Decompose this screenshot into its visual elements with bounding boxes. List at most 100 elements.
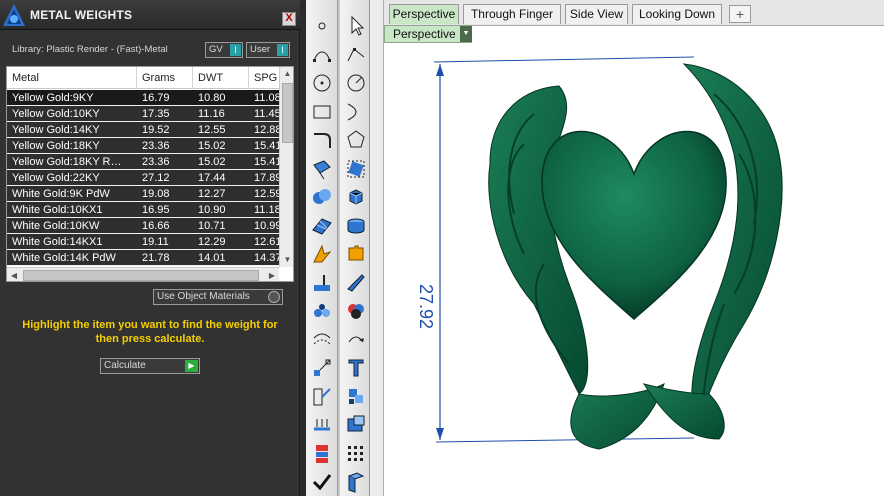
viewport-menu-icon[interactable]: ▼ — [460, 26, 472, 42]
boolean-icon[interactable] — [310, 185, 334, 209]
cylinder-icon[interactable] — [344, 214, 368, 238]
heart-wings-model — [433, 56, 783, 450]
color-wheel-icon[interactable] — [344, 299, 368, 323]
spark-icon[interactable] — [310, 242, 334, 266]
add-tab-button[interactable]: + — [729, 5, 751, 23]
fillet-curve-icon[interactable] — [310, 128, 334, 152]
table-row[interactable]: Yellow Gold:18KY R… 23.36 15.02 15.41 — [7, 154, 289, 170]
user-toggle[interactable]: User I — [246, 42, 290, 58]
table-row[interactable]: Yellow Gold:14KY 19.52 12.55 12.88 — [7, 122, 289, 138]
tab-looking-down[interactable]: Looking Down — [632, 4, 722, 24]
table-row[interactable]: White Gold:14KX1 19.11 12.29 12.61 — [7, 234, 289, 250]
plus-icon: + — [735, 6, 745, 22]
table-row[interactable]: Yellow Gold:22KY 27.12 17.44 17.89 — [7, 170, 289, 186]
clipboard-icon[interactable] — [344, 385, 368, 409]
table-cell: 10.90 — [193, 202, 249, 218]
scroll-down-icon[interactable]: ▼ — [280, 253, 293, 267]
vertical-scrollbar[interactable]: ▲ ▼ — [279, 67, 293, 267]
dimension-label: 27.92 — [416, 284, 436, 330]
scroll-thumb[interactable] — [23, 270, 259, 281]
rotate-icon[interactable] — [344, 328, 368, 352]
panel-header: METAL WEIGHTS X — [0, 0, 300, 30]
toggle-switch-icon: I — [277, 44, 288, 56]
table-cell: White Gold:10KX1 — [7, 202, 137, 218]
table-row[interactable]: White Gold:9K PdW 19.08 12.27 12.59 — [7, 186, 289, 202]
table-row[interactable]: White Gold:10KW 16.66 10.71 10.99 — [7, 218, 289, 234]
table-row[interactable]: White Gold:14K PdW 21.78 14.01 14.37 — [7, 250, 289, 266]
group-icon[interactable] — [310, 299, 334, 323]
play-icon: ▶ — [185, 360, 198, 372]
table-cell: 16.95 — [137, 202, 193, 218]
cube-icon[interactable] — [344, 185, 368, 209]
table-cell: White Gold:10KW — [7, 218, 137, 234]
surface-icon[interactable] — [310, 157, 334, 181]
table-cell: 16.79 — [137, 90, 193, 106]
scale-icon[interactable] — [310, 356, 334, 380]
gv-toggle[interactable]: GV I — [205, 42, 243, 58]
column-header-metal[interactable]: Metal — [7, 67, 137, 89]
tab-through-finger[interactable]: Through Finger — [463, 4, 561, 24]
table-cell: White Gold:14KX1 — [7, 234, 137, 250]
box-select-icon[interactable] — [344, 413, 368, 437]
select-arrow-icon[interactable] — [344, 14, 368, 38]
app-window: METAL WEIGHTS X Library: Plastic Render … — [0, 0, 884, 496]
viewport-area: Perspective Through Finger Side View Loo… — [384, 0, 884, 496]
book-icon[interactable] — [344, 470, 368, 494]
array-icon[interactable] — [310, 385, 334, 409]
radio-icon — [268, 291, 280, 303]
table-cell: 19.08 — [137, 186, 193, 202]
tab-side-view[interactable]: Side View — [565, 4, 628, 24]
table-cell: Yellow Gold:10KY — [7, 106, 137, 122]
column-header-dwt[interactable]: DWT — [193, 67, 249, 89]
arc-icon[interactable] — [344, 71, 368, 95]
puzzle-icon[interactable] — [344, 242, 368, 266]
table-cell: 12.27 — [193, 186, 249, 202]
use-object-materials-toggle[interactable]: Use Object Materials — [153, 289, 283, 305]
point-icon[interactable] — [310, 14, 334, 38]
curve-icon[interactable] — [344, 100, 368, 124]
viewport-title[interactable]: Perspective — [384, 25, 472, 43]
knife-icon[interactable] — [344, 271, 368, 295]
table-row[interactable]: Yellow Gold:18KY 23.36 15.02 15.41 — [7, 138, 289, 154]
tab-perspective[interactable]: Perspective — [389, 4, 459, 24]
panel-title: METAL WEIGHTS — [30, 8, 133, 22]
circle-icon[interactable] — [310, 71, 334, 95]
scroll-left-icon[interactable]: ◀ — [7, 268, 21, 281]
table-cell: 15.02 — [193, 138, 249, 154]
scroll-up-icon[interactable]: ▲ — [280, 67, 293, 81]
mesh-grid-icon[interactable] — [310, 214, 334, 238]
rectangle-icon[interactable] — [310, 100, 334, 124]
metal-weights-panel: METAL WEIGHTS X Library: Plastic Render … — [0, 0, 300, 496]
list-icon[interactable] — [310, 442, 334, 466]
analyze-icon[interactable] — [310, 271, 334, 295]
table-row[interactable]: Yellow Gold:10KY 17.35 11.16 11.45 — [7, 106, 289, 122]
polygon-icon[interactable] — [344, 128, 368, 152]
grid-dots-icon[interactable] — [344, 442, 368, 466]
offset-icon[interactable] — [310, 328, 334, 352]
scroll-right-icon[interactable]: ▶ — [265, 268, 279, 281]
transform-box-icon[interactable] — [344, 157, 368, 181]
scroll-thumb[interactable] — [282, 83, 293, 143]
calculate-button[interactable]: Calculate ▶ — [100, 358, 200, 374]
close-button[interactable]: X — [282, 12, 296, 26]
table-cell: 10.80 — [193, 90, 249, 106]
model-canvas[interactable]: 27.92 — [384, 44, 884, 496]
toolbar-left — [306, 0, 338, 496]
distribute-icon[interactable] — [310, 413, 334, 437]
horizontal-scrollbar[interactable]: ◀ ▶ — [7, 267, 279, 281]
curve-points-icon[interactable] — [310, 43, 334, 67]
table-row[interactable]: Yellow Gold:9KY 16.79 10.80 11.08 — [7, 90, 289, 106]
table-cell: 17.44 — [193, 170, 249, 186]
table-row[interactable]: White Gold:10KX1 16.95 10.90 11.18 — [7, 202, 289, 218]
table-cell: 17.35 — [137, 106, 193, 122]
toggle-switch-icon: I — [230, 44, 241, 56]
logo-icon — [3, 4, 25, 26]
check-icon[interactable] — [310, 470, 334, 494]
polyline-icon[interactable] — [344, 43, 368, 67]
table-cell: 19.11 — [137, 234, 193, 250]
metal-table: Metal Grams DWT SPG Yellow Gold:9KY 16.79… — [6, 66, 294, 282]
column-header-grams[interactable]: Grams — [137, 67, 193, 89]
table-cell: 21.78 — [137, 250, 193, 266]
text-icon[interactable] — [344, 356, 368, 380]
user-label: User — [250, 44, 271, 55]
